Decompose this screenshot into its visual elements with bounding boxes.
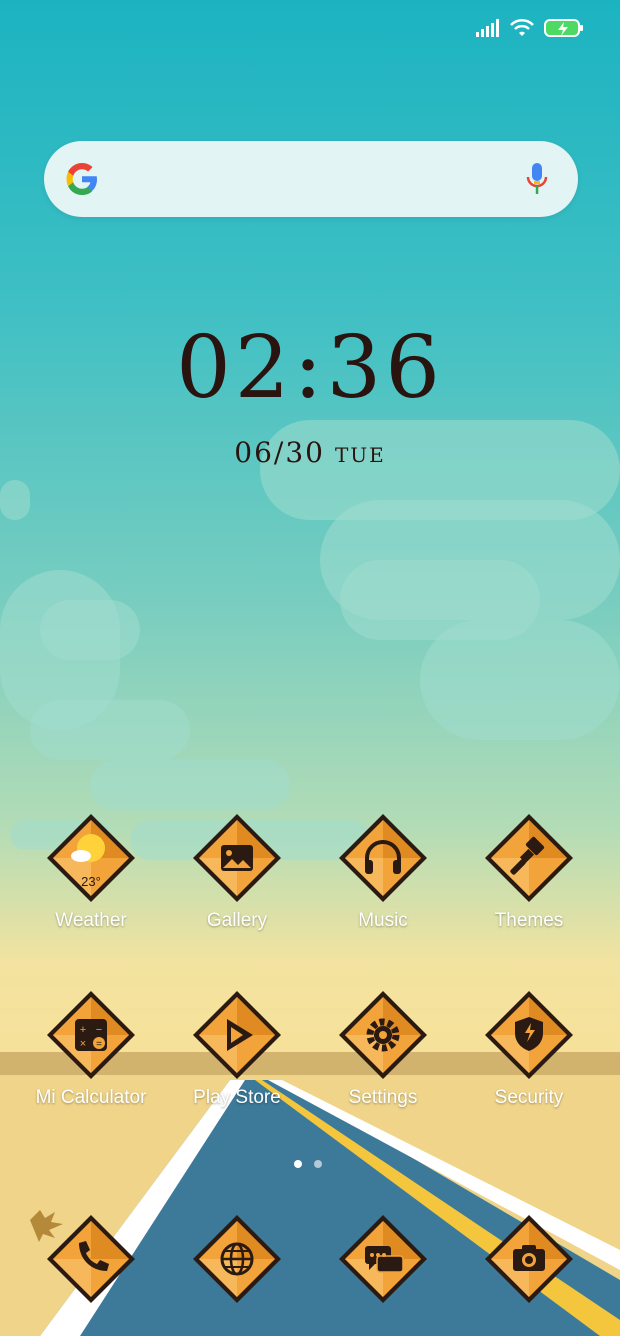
app-label: Music [358,910,408,931]
app-label: Play Store [193,1087,281,1108]
svg-text:−: − [96,1024,102,1036]
cellular-signal-icon [476,19,499,37]
gallery-icon [191,812,283,904]
camera-icon [483,1213,575,1305]
dock-phone[interactable] [18,1213,164,1305]
calculator-icon: + − × = [45,989,137,1081]
headphones-icon [337,812,429,904]
svg-text:+: + [80,1024,86,1036]
app-settings[interactable]: Settings [310,989,456,1109]
page-indicator [294,1160,322,1168]
app-label: Security [494,1087,564,1108]
battery-charging-icon [544,19,583,37]
clock-date[interactable]: 06/30 TUE [0,436,620,469]
page-dot[interactable] [314,1160,322,1168]
page-dot-active[interactable] [294,1160,302,1168]
dock-messages[interactable] [310,1213,456,1305]
shield-icon [483,989,575,1081]
app-gallery[interactable]: Gallery [164,812,310,932]
app-label: Themes [494,910,564,931]
app-security[interactable]: Security [456,989,602,1109]
weather-icon: 23° [45,812,137,904]
clock-time[interactable]: 02:36 [0,318,620,418]
gear-icon [337,989,429,1081]
app-play-store[interactable]: Play Store [164,989,310,1109]
weather-temp: 23° [81,874,101,889]
google-g-icon [66,163,97,195]
app-weather[interactable]: 23° Weather [18,812,164,932]
dock-camera[interactable] [456,1213,602,1305]
wifi-icon [510,18,534,36]
weekday-text: TUE [334,443,386,467]
svg-text:=: = [96,1039,102,1050]
app-label: Settings [348,1087,418,1108]
google-search-bar[interactable] [44,141,578,217]
dock-browser[interactable] [164,1213,310,1305]
app-label: Weather [55,910,127,931]
app-mi-calculator[interactable]: + − × = Mi Calculator [18,989,164,1109]
date-text: 06/30 [234,436,325,469]
app-themes[interactable]: Themes [456,812,602,932]
microphone-icon[interactable] [526,161,548,197]
messages-icon [337,1213,429,1305]
browser-icon [191,1213,283,1305]
app-music[interactable]: Music [310,812,456,932]
play-store-icon [191,989,283,1081]
status-bar [0,0,620,56]
phone-icon [45,1213,137,1305]
app-label: Gallery [206,910,268,931]
svg-text:×: × [80,1038,86,1050]
paintbrush-icon [483,812,575,904]
app-label: Mi Calculator [35,1087,147,1108]
